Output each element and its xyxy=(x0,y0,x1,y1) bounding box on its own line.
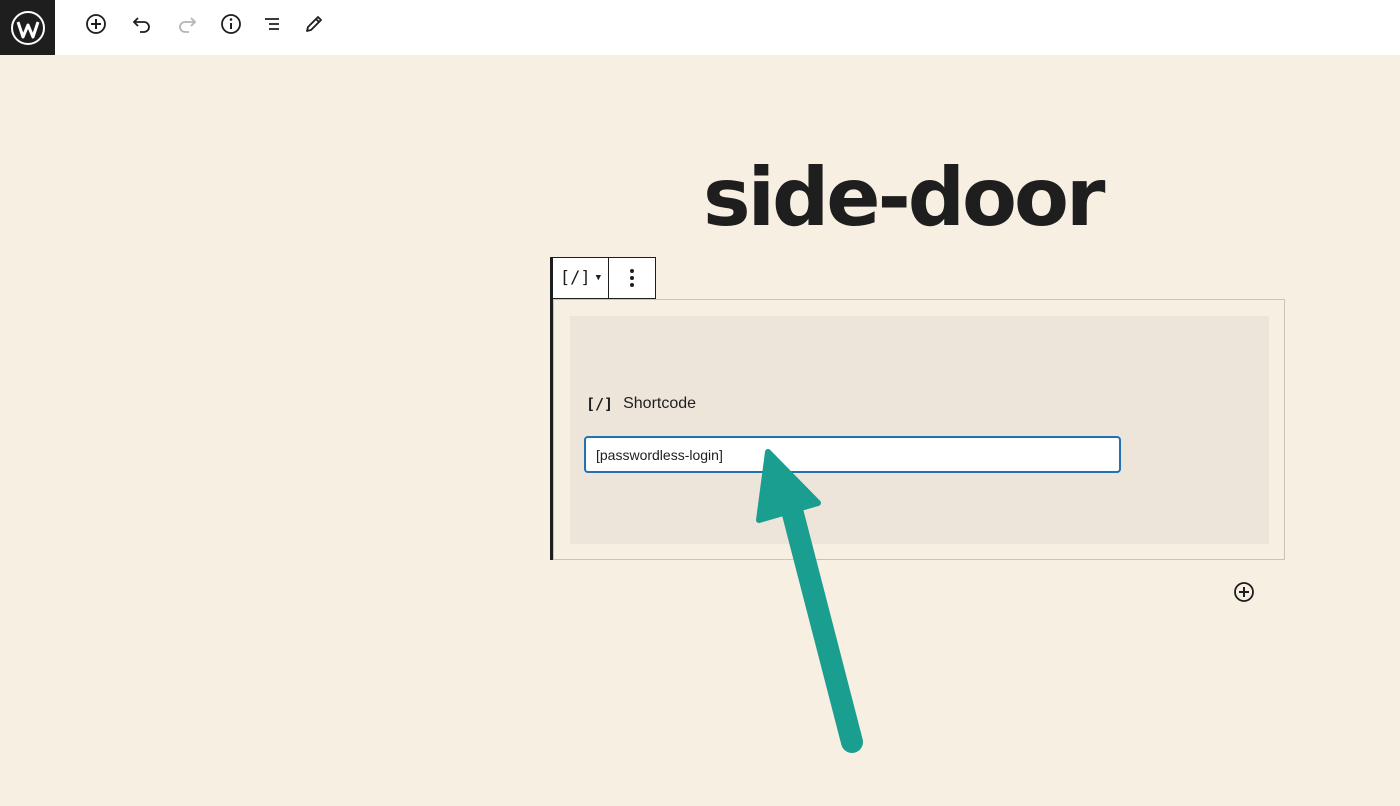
list-view-icon xyxy=(265,18,279,30)
add-block-button[interactable] xyxy=(83,11,109,37)
shortcode-label: [/] Shortcode xyxy=(586,393,696,415)
tools-button[interactable] xyxy=(301,11,327,37)
wordpress-logo[interactable] xyxy=(0,0,55,55)
list-view-button[interactable] xyxy=(259,11,285,37)
shortcode-input[interactable] xyxy=(584,436,1121,473)
add-block-button[interactable] xyxy=(1232,580,1256,604)
wordpress-icon xyxy=(10,10,45,45)
undo-icon xyxy=(132,17,150,33)
top-toolbar xyxy=(0,0,1400,55)
info-icon xyxy=(221,14,241,34)
block-options-button[interactable] xyxy=(609,258,655,298)
block-toolbar: [/] ▼ xyxy=(553,257,656,299)
redo-button[interactable] xyxy=(174,11,200,37)
details-button[interactable] xyxy=(218,11,244,37)
plus-circle-icon xyxy=(86,14,106,34)
caret-down-icon: ▼ xyxy=(595,273,602,283)
post-title[interactable]: side-door xyxy=(703,148,1105,248)
shortcode-label-text: Shortcode xyxy=(623,395,697,412)
block-type-switcher[interactable]: [/] ▼ xyxy=(553,258,609,298)
more-vertical-icon xyxy=(630,269,634,287)
shortcode-icon: [/] xyxy=(559,268,591,288)
redo-icon xyxy=(179,17,197,33)
undo-button[interactable] xyxy=(129,11,155,37)
shortcode-icon: [/] xyxy=(586,395,614,413)
plus-circle-icon xyxy=(1234,582,1254,602)
pencil-icon xyxy=(306,16,322,32)
shortcode-placeholder xyxy=(570,316,1269,544)
